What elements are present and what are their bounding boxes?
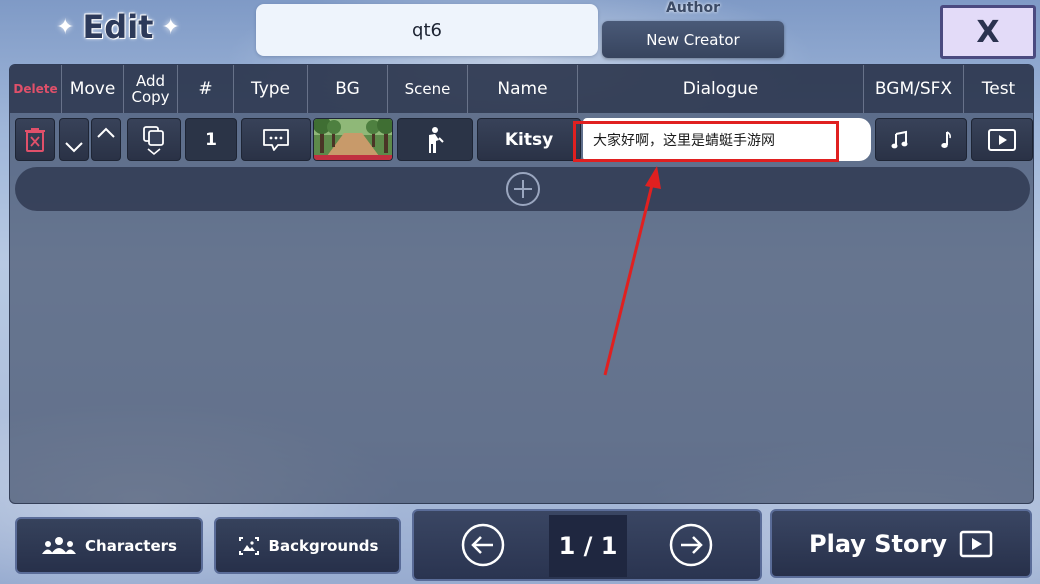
edit-title: ✦ Edit ✦	[56, 4, 180, 50]
close-button[interactable]: X	[940, 5, 1036, 59]
dialogue-bubble-icon	[263, 128, 289, 151]
row-number: 1	[185, 118, 237, 161]
row-number-text: 1	[205, 129, 217, 150]
sparkle-icon: ✦	[56, 14, 75, 40]
arrow-left-icon	[461, 523, 505, 567]
column-delete: Delete	[10, 65, 62, 113]
image-frame-icon	[238, 536, 259, 555]
delete-row-button[interactable]	[15, 118, 55, 161]
trash-icon	[25, 127, 45, 152]
previous-page-button[interactable]	[459, 521, 507, 569]
column-bg: BG	[308, 65, 388, 113]
scene-editor-panel: Delete Move Add Copy # Type BG Scene Nam…	[9, 64, 1034, 504]
characters-label: Characters	[85, 536, 177, 555]
backgrounds-button[interactable]: Backgrounds	[214, 517, 401, 574]
chevron-down-icon	[65, 141, 83, 152]
column-bgm-sfx: BGM/SFX	[864, 65, 964, 113]
single-note-icon	[940, 130, 951, 148]
column-scene: Scene	[388, 65, 468, 113]
column-header-row: Delete Move Add Copy # Type BG Scene Nam…	[10, 65, 1033, 113]
next-page-button[interactable]	[667, 521, 715, 569]
bgm-sfx-button[interactable]	[875, 118, 967, 161]
standing-person-icon	[429, 126, 444, 153]
arrow-right-icon	[669, 523, 713, 567]
characters-button[interactable]: Characters	[15, 517, 203, 574]
character-name: Kitsy	[504, 129, 554, 150]
people-group-icon	[42, 536, 77, 554]
add-copy-button[interactable]	[127, 118, 181, 161]
column-test: Test	[981, 79, 1016, 99]
dialogue-input[interactable]: 大家好啊，这里是蜻蜓手游网	[583, 118, 871, 161]
column-dialogue: Dialogue	[578, 65, 864, 113]
test-play-button[interactable]	[971, 118, 1033, 161]
play-icon	[988, 128, 1016, 151]
character-name-button[interactable]: Kitsy	[477, 118, 581, 161]
story-name-field[interactable]: qt6	[256, 4, 598, 56]
plus-circle-icon	[505, 172, 540, 206]
move-down-button[interactable]	[59, 118, 89, 161]
page-title: Edit	[82, 8, 154, 46]
column-move: Move	[62, 65, 124, 113]
add-row-button[interactable]	[15, 167, 1030, 211]
page-navigator: 1 / 1	[412, 509, 762, 581]
author-label: Author	[666, 0, 720, 16]
chevron-up-icon	[97, 127, 115, 138]
author-field[interactable]: New Creator	[602, 21, 784, 58]
column-type: Type	[234, 65, 308, 113]
play-story-label: Play Story	[809, 529, 947, 558]
sparkle-icon: ✦	[161, 14, 180, 40]
forest-path-thumbnail	[314, 119, 392, 160]
copy-icon	[143, 125, 164, 155]
background-thumbnail-button[interactable]	[313, 118, 393, 161]
column-add-copy: Add Copy	[124, 65, 178, 113]
page-indicator: 1 / 1	[549, 515, 627, 577]
table-row: 1 Kitsy 大家好啊，这里是蜻蜓手游网	[15, 118, 1033, 163]
move-up-button[interactable]	[91, 118, 121, 161]
play-story-button[interactable]: Play Story	[770, 509, 1032, 578]
music-note-icon	[891, 130, 907, 148]
scene-button[interactable]	[397, 118, 473, 161]
play-icon	[959, 530, 993, 557]
backgrounds-label: Backgrounds	[268, 536, 379, 555]
column-add-copy-line1: Add	[135, 72, 166, 90]
column-add-copy-line2: Copy	[131, 88, 170, 106]
column-name: Name	[468, 65, 578, 113]
column-number: #	[178, 65, 234, 113]
dialogue-text: 大家好啊，这里是蜻蜓手游网	[593, 132, 775, 149]
type-button[interactable]	[241, 118, 311, 161]
